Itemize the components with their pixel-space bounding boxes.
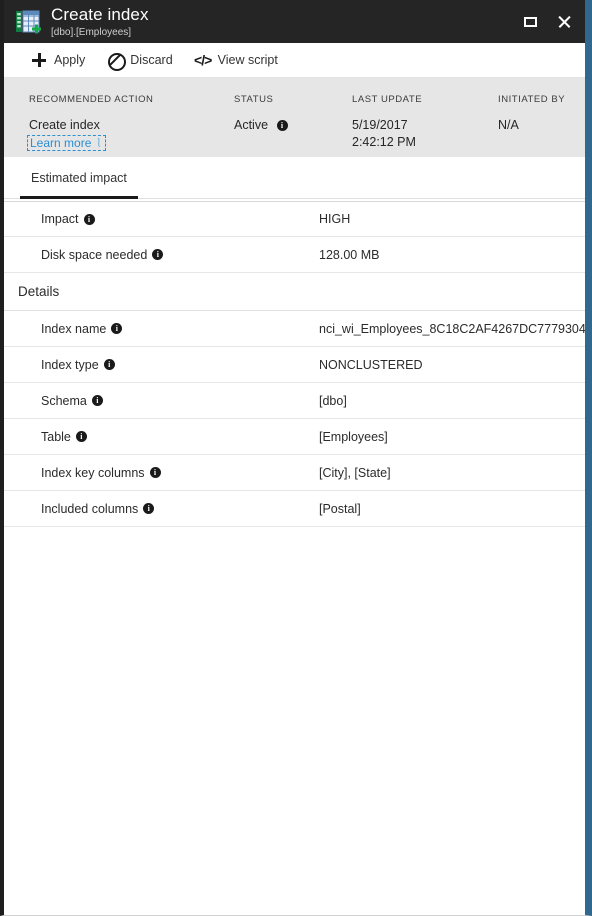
schema-value: [dbo]: [319, 393, 347, 408]
disk-space-info-icon[interactable]: i: [152, 249, 164, 260]
index-name-label: Index name: [41, 321, 107, 336]
table-info-icon[interactable]: i: [75, 431, 87, 442]
index-key-columns-value: [City], [State]: [319, 465, 391, 480]
table-row: Impact i HIGH: [4, 201, 585, 237]
table-row: Index type i NONCLUSTERED: [4, 347, 585, 383]
last-update-date: 5/19/2017: [352, 118, 408, 132]
apply-button[interactable]: Apply: [31, 52, 85, 68]
tab-estimated-impact[interactable]: Estimated impact: [20, 171, 138, 199]
last-update-header: LAST UPDATE: [352, 94, 423, 105]
disk-space-value: 128.00 MB: [319, 247, 380, 262]
external-link-icon: ⎱: [94, 137, 104, 148]
title-bar: Create index [dbo].[Employees]: [4, 0, 585, 43]
table-row: Included columns i [Postal]: [4, 491, 585, 527]
recommended-action-header: RECOMMENDED ACTION: [29, 94, 154, 105]
index-type-info-icon[interactable]: i: [103, 359, 115, 370]
view-script-label: View script: [217, 53, 278, 67]
index-key-columns-info-icon[interactable]: i: [149, 467, 161, 478]
index-type-label: Index type: [41, 357, 99, 372]
initiated-by-value: N/A: [498, 118, 519, 132]
summary-status: STATUS Active i: [234, 94, 288, 134]
summary-initiated-by: INITIATED BY N/A: [498, 94, 565, 134]
tab-strip: Estimated impact: [4, 157, 585, 199]
row-label: Index type i: [4, 358, 115, 372]
table-row: Table i [Employees]: [4, 419, 585, 455]
details-section-title: Details: [4, 273, 585, 311]
restore-button[interactable]: [513, 7, 547, 37]
table-row: Index key columns i [City], [State]: [4, 455, 585, 491]
table-add-icon: [14, 8, 42, 36]
row-label: Index key columns i: [4, 466, 161, 480]
plus-icon: [31, 52, 47, 68]
code-icon: </>: [194, 52, 212, 68]
view-script-button[interactable]: </> View script: [194, 52, 278, 68]
included-columns-info-icon[interactable]: i: [143, 503, 155, 514]
impact-label: Impact: [41, 212, 79, 226]
restore-icon: [523, 16, 537, 27]
apply-label: Apply: [54, 53, 86, 67]
table-value: [Employees]: [319, 429, 388, 444]
close-icon: [557, 15, 571, 29]
summary-last-update: LAST UPDATE 5/19/2017 2:42:12 PM: [352, 94, 422, 151]
window-buttons: [513, 0, 581, 43]
title-text-group: Create index [dbo].[Employees]: [51, 5, 149, 39]
page-title: Create index: [51, 4, 149, 24]
row-label: Included columns i: [4, 501, 155, 516]
last-update-time: 2:42:12 PM: [352, 135, 416, 149]
discard-button[interactable]: Discard: [107, 52, 173, 71]
row-label: Index name i: [4, 321, 123, 336]
schema-label: Schema: [41, 393, 87, 408]
learn-more-label: Learn more: [30, 136, 92, 150]
table-label: Table: [41, 429, 71, 444]
recommended-action-value: Create index: [29, 118, 100, 132]
index-name-info-icon[interactable]: i: [111, 323, 123, 334]
close-button[interactable]: [547, 7, 581, 37]
detail-rows: Impact i HIGH Disk space needed i 128.00…: [4, 199, 585, 527]
schema-info-icon[interactable]: i: [91, 395, 103, 406]
impact-info-icon[interactable]: i: [83, 213, 95, 225]
status-value-group: Active i: [234, 117, 288, 134]
command-bar: Apply Discard </> View script: [4, 43, 585, 78]
summary-strip: RECOMMENDED ACTION Create index Learn mo…: [4, 78, 585, 157]
discard-icon: [107, 52, 127, 71]
learn-more-link[interactable]: Learn more ⎱: [27, 135, 107, 151]
index-key-columns-label: Index key columns: [41, 465, 145, 480]
row-label: Table i: [4, 430, 87, 444]
initiated-by-header: INITIATED BY: [498, 94, 566, 105]
row-label: Impact i: [4, 212, 95, 226]
status-info-icon[interactable]: i: [276, 120, 288, 131]
discard-label: Discard: [130, 53, 173, 67]
create-index-panel: Create index [dbo].[Employees] Apply Dis…: [0, 0, 592, 916]
impact-value: HIGH: [319, 212, 351, 226]
page-subtitle: [dbo].[Employees]: [51, 26, 132, 38]
disk-space-label: Disk space needed: [41, 247, 148, 262]
included-columns-value: [Postal]: [319, 501, 361, 516]
row-label: Schema i: [4, 394, 103, 408]
table-row: Index name i nci_wi_Employees_8C18C2AF42…: [4, 311, 585, 347]
status-badge: Active: [234, 118, 269, 132]
table-row: Disk space needed i 128.00 MB: [4, 237, 585, 273]
tab-estimated-impact-label: Estimated impact: [31, 171, 127, 185]
included-columns-label: Included columns: [41, 501, 139, 516]
index-type-value: NONCLUSTERED: [319, 357, 423, 372]
row-label: Disk space needed i: [4, 247, 164, 262]
summary-recommended-action: RECOMMENDED ACTION Create index Learn mo…: [27, 94, 154, 152]
index-name-value: nci_wi_Employees_8C18C2AF4267DC777930407…: [319, 321, 585, 336]
status-header: STATUS: [234, 94, 274, 105]
table-row: Schema i [dbo]: [4, 383, 585, 419]
